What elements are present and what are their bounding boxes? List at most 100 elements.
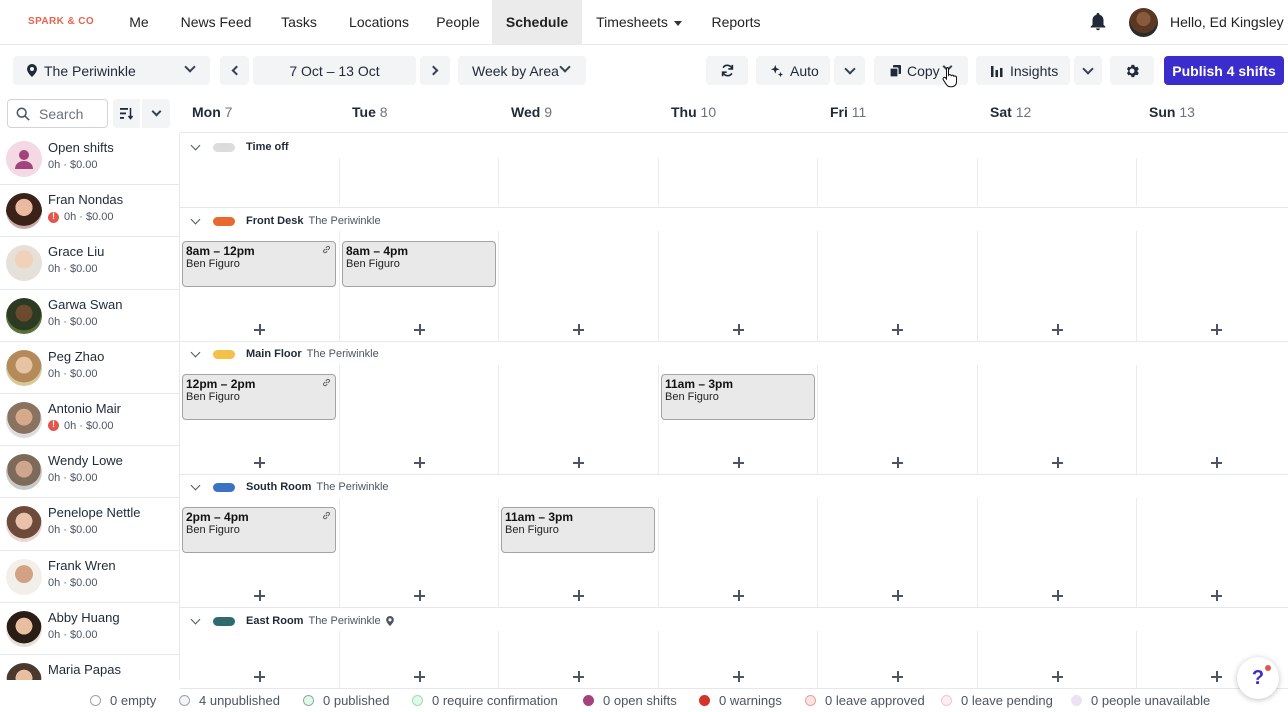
publish-shifts-button[interactable]: Publish 4 shifts bbox=[1164, 56, 1284, 85]
add-shift-icon[interactable] bbox=[254, 324, 265, 335]
shift-card[interactable]: 8am – 4pm Ben Figuro bbox=[342, 241, 496, 287]
insights-button[interactable]: Insights bbox=[976, 56, 1070, 85]
brand-logo[interactable]: SPARK & CO bbox=[28, 16, 94, 27]
shift-card[interactable]: 11am – 3pm Ben Figuro bbox=[661, 374, 815, 420]
day-header-thu[interactable]: Thu 10 bbox=[671, 104, 716, 120]
view-select[interactable]: Week by Area bbox=[458, 56, 586, 85]
sort-button[interactable] bbox=[113, 99, 140, 128]
legend-item: 0 warnings bbox=[699, 693, 782, 708]
nav-schedule[interactable]: Schedule bbox=[492, 0, 582, 45]
day-number: 13 bbox=[1179, 104, 1195, 120]
divider bbox=[339, 631, 340, 688]
add-shift-icon[interactable] bbox=[573, 671, 584, 682]
chevron-down-icon[interactable] bbox=[190, 614, 201, 625]
nav-news-feed[interactable]: News Feed bbox=[176, 0, 256, 45]
nav-tasks[interactable]: Tasks bbox=[276, 0, 322, 45]
chevron-down-icon[interactable] bbox=[190, 347, 201, 358]
person-row[interactable]: Garwa Swan 0h · $0.00 bbox=[0, 290, 179, 342]
next-week-button[interactable] bbox=[420, 56, 450, 85]
add-shift-icon[interactable] bbox=[254, 590, 265, 601]
open-shifts-row[interactable]: Open shifts 0h · $0.00 bbox=[0, 133, 179, 186]
date-range-picker[interactable]: 7 Oct – 13 Oct bbox=[253, 56, 416, 85]
add-shift-icon[interactable] bbox=[733, 671, 744, 682]
nav-people[interactable]: People bbox=[432, 0, 484, 45]
person-row[interactable]: Fran Nondas 0h · $0.00 bbox=[0, 185, 179, 238]
add-shift-icon[interactable] bbox=[573, 324, 584, 335]
add-shift-icon[interactable] bbox=[1211, 457, 1222, 468]
area-header[interactable]: East Room The Periwinkle bbox=[188, 613, 394, 629]
person-row[interactable]: Frank Wren 0h · $0.00 bbox=[0, 551, 179, 603]
nav-reports[interactable]: Reports bbox=[706, 0, 766, 45]
user-avatar[interactable] bbox=[1129, 8, 1158, 37]
person-row[interactable]: Maria Papas bbox=[0, 655, 179, 680]
add-shift-icon[interactable] bbox=[892, 457, 903, 468]
person-row[interactable]: Abby Huang 0h · $0.00 bbox=[0, 603, 179, 655]
person-hours-cost-text: 0h · $0.00 bbox=[48, 628, 98, 641]
refresh-button[interactable] bbox=[706, 56, 748, 85]
day-header-sun[interactable]: Sun 13 bbox=[1149, 104, 1195, 120]
add-shift-icon[interactable] bbox=[733, 457, 744, 468]
day-header-wed[interactable]: Wed 9 bbox=[511, 104, 552, 120]
add-shift-icon[interactable] bbox=[1211, 671, 1222, 682]
add-shift-icon[interactable] bbox=[733, 590, 744, 601]
add-shift-icon[interactable] bbox=[414, 671, 425, 682]
add-shift-icon[interactable] bbox=[414, 590, 425, 601]
divider bbox=[977, 498, 978, 607]
settings-button[interactable] bbox=[1110, 56, 1154, 85]
shift-card[interactable]: 2pm – 4pm Ben Figuro bbox=[182, 507, 336, 553]
add-shift-icon[interactable] bbox=[414, 324, 425, 335]
auto-button[interactable]: Auto bbox=[756, 56, 830, 85]
legend-item: 4 unpublished bbox=[179, 693, 280, 708]
add-shift-icon[interactable] bbox=[733, 324, 744, 335]
add-shift-icon[interactable] bbox=[254, 457, 265, 468]
sort-options-button[interactable] bbox=[142, 99, 170, 128]
person-row[interactable]: Grace Liu 0h · $0.00 bbox=[0, 237, 179, 290]
divider bbox=[498, 631, 499, 688]
add-shift-icon[interactable] bbox=[414, 457, 425, 468]
add-shift-icon[interactable] bbox=[892, 590, 903, 601]
add-shift-icon[interactable] bbox=[892, 671, 903, 682]
day-header-tue[interactable]: Tue 8 bbox=[352, 104, 388, 120]
day-header-sat[interactable]: Sat 12 bbox=[990, 104, 1031, 120]
add-shift-icon[interactable] bbox=[1052, 324, 1063, 335]
shift-card[interactable]: 11am – 3pm Ben Figuro bbox=[501, 507, 655, 553]
shift-card[interactable]: 8am – 12pm Ben Figuro bbox=[182, 241, 336, 287]
notification-bell-icon[interactable] bbox=[1087, 11, 1109, 33]
add-shift-icon[interactable] bbox=[892, 324, 903, 335]
chevron-down-icon[interactable] bbox=[190, 214, 201, 225]
add-shift-icon[interactable] bbox=[573, 590, 584, 601]
auto-options-button[interactable] bbox=[834, 56, 865, 85]
help-button[interactable]: ? bbox=[1237, 657, 1279, 699]
person-row[interactable]: Peg Zhao 0h · $0.00 bbox=[0, 342, 179, 394]
day-header-fri[interactable]: Fri 11 bbox=[830, 104, 866, 120]
nav-me[interactable]: Me bbox=[120, 0, 158, 45]
area-header[interactable]: Front Desk The Periwinkle bbox=[188, 213, 381, 229]
add-shift-icon[interactable] bbox=[1052, 590, 1063, 601]
area-location: The Periwinkle bbox=[306, 348, 379, 360]
add-shift-icon[interactable] bbox=[1052, 457, 1063, 468]
shift-card[interactable]: 12pm – 2pm Ben Figuro bbox=[182, 374, 336, 420]
chevron-down-icon bbox=[184, 61, 196, 73]
user-greeting[interactable]: Hello, Ed Kingsley bbox=[1170, 14, 1284, 30]
divider bbox=[498, 498, 499, 607]
insights-options-button[interactable] bbox=[1074, 56, 1102, 85]
add-shift-icon[interactable] bbox=[1052, 671, 1063, 682]
add-shift-icon[interactable] bbox=[1211, 324, 1222, 335]
add-shift-icon[interactable] bbox=[1211, 590, 1222, 601]
day-header-mon[interactable]: Mon 7 bbox=[192, 104, 232, 120]
nav-timesheets[interactable]: Timesheets bbox=[592, 0, 686, 45]
prev-week-button[interactable] bbox=[220, 56, 249, 85]
person-row[interactable]: Antonio Mair 0h · $0.00 bbox=[0, 394, 179, 447]
add-shift-icon[interactable] bbox=[573, 457, 584, 468]
add-shift-icon[interactable] bbox=[254, 671, 265, 682]
area-header[interactable]: South Room The Periwinkle bbox=[188, 479, 389, 495]
person-row[interactable]: Penelope Nettle 0h · $0.00 bbox=[0, 498, 179, 551]
location-select[interactable]: The Periwinkle bbox=[13, 56, 210, 85]
chevron-down-icon[interactable] bbox=[190, 140, 201, 151]
search-input[interactable]: Search bbox=[7, 99, 108, 128]
area-header[interactable]: Time off bbox=[188, 139, 294, 155]
chevron-down-icon[interactable] bbox=[190, 480, 201, 491]
person-row[interactable]: Wendy Lowe 0h · $0.00 bbox=[0, 446, 179, 499]
nav-locations[interactable]: Locations bbox=[342, 0, 416, 45]
area-header[interactable]: Main Floor The Periwinkle bbox=[188, 346, 379, 362]
